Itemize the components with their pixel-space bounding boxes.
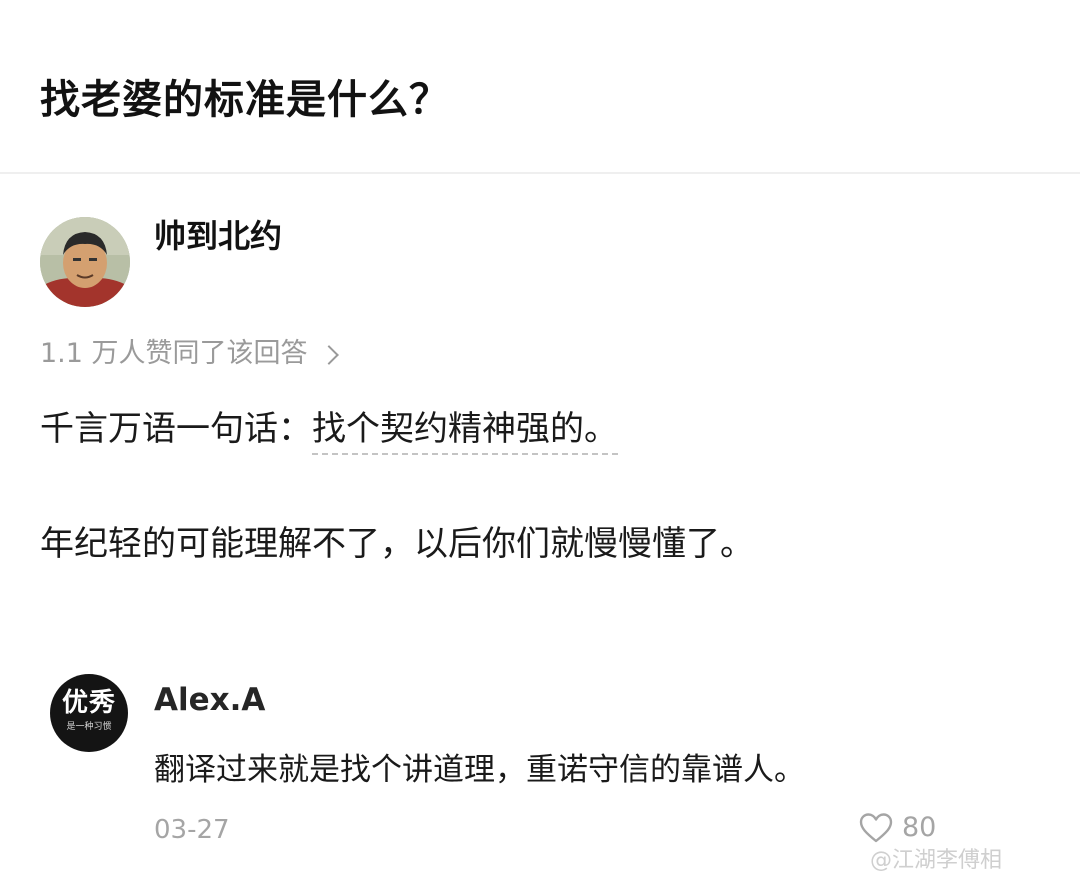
heart-icon	[859, 813, 893, 843]
answer-paragraph-2: 年纪轻的可能理解不了，以后你们就慢慢懂了。	[40, 524, 754, 564]
question-title: 找老婆的标准是什么？	[40, 77, 450, 123]
comment-avatar-subtext: 是一种习惯	[66, 722, 112, 732]
like-count: 80	[902, 812, 937, 843]
divider	[0, 172, 1080, 174]
comment-date: 03-27	[154, 815, 230, 845]
comment-avatar[interactable]: 优秀 是一种习惯	[50, 674, 128, 752]
avatar-icon	[40, 217, 130, 307]
vote-count-link[interactable]: 1.1 万人赞同了该回答	[40, 334, 339, 374]
comment-username[interactable]: Alex.A	[154, 680, 265, 720]
like-button[interactable]: 80	[858, 810, 936, 846]
answer-paragraph-1: 千言万语一句话：找个契约精神强的。	[40, 405, 618, 455]
author-name[interactable]: 帅到北约	[154, 214, 282, 258]
watermark: @江湖李傅相	[870, 848, 1003, 873]
answer-highlight-link[interactable]: 找个契约精神强的。	[312, 409, 618, 455]
comment-text: 翻译过来就是找个讲道理，重诺守信的靠谱人。	[154, 752, 805, 788]
comment-avatar-text: 优秀	[61, 688, 116, 718]
vote-count-text: 1.1 万人赞同了该回答	[40, 338, 308, 369]
author-avatar[interactable]	[40, 217, 130, 307]
chevron-right-icon	[318, 345, 339, 365]
answer-text-prefix: 千言万语一句话：	[40, 409, 312, 449]
